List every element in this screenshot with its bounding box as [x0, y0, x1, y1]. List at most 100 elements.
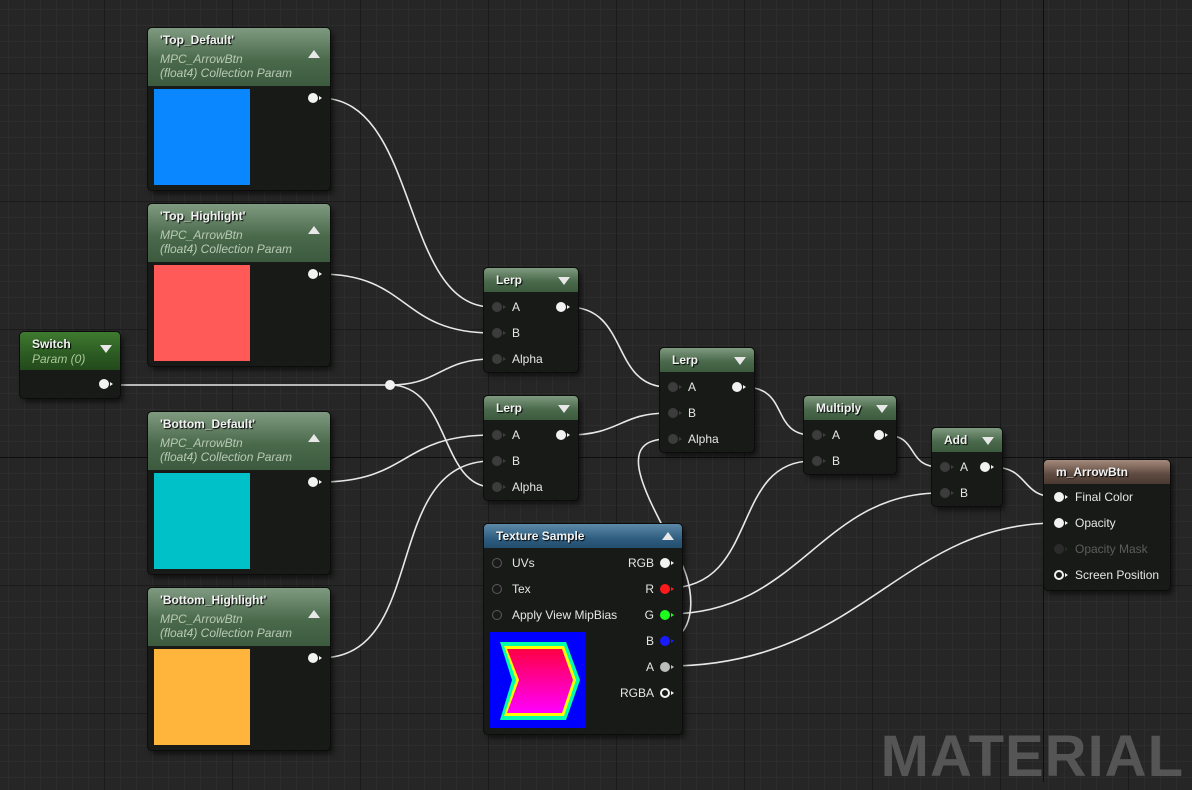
- node-title: Lerp: [672, 353, 699, 367]
- input-pin-a[interactable]: [492, 302, 506, 312]
- output-pin[interactable]: [556, 302, 570, 312]
- output-pin[interactable]: [874, 430, 888, 440]
- node-header: Texture Sample: [484, 524, 682, 548]
- input-pin-b[interactable]: [492, 456, 506, 466]
- node-title: Texture Sample: [496, 529, 585, 543]
- input-label: B: [688, 406, 697, 420]
- input-label: Opacity: [1075, 516, 1116, 530]
- collapse-arrow-icon[interactable]: [662, 532, 674, 540]
- input-pin-b[interactable]: [668, 408, 682, 418]
- output-pin-rgba[interactable]: [660, 688, 674, 698]
- collapse-arrow-icon[interactable]: [308, 610, 320, 618]
- node-title: Lerp: [496, 401, 523, 415]
- collapse-arrow-icon[interactable]: [308, 434, 320, 442]
- collapse-arrow-icon[interactable]: [558, 405, 570, 413]
- node-lerp-2[interactable]: Lerp A B Alpha: [484, 396, 578, 500]
- wire-a-to-opacity: [667, 522, 1057, 667]
- node-type: (float4) Collection Param: [160, 450, 293, 464]
- output-pin[interactable]: [99, 379, 113, 389]
- node-top-default[interactable]: 'Top_Default' MPC_ArrowBtn (float4) Coll…: [148, 28, 330, 190]
- output-pin-rgb[interactable]: [660, 558, 674, 568]
- output-label: RGBA: [619, 686, 654, 700]
- node-title: 'Top_Default': [160, 33, 235, 47]
- output-label: R: [645, 582, 654, 596]
- node-material-output[interactable]: m_ArrowBtn Final Color Opacity Opacity M…: [1044, 460, 1170, 590]
- node-multiply[interactable]: Multiply A B: [804, 396, 896, 474]
- input-pin-a[interactable]: [668, 382, 682, 392]
- input-pin-mipbias[interactable]: [492, 610, 502, 620]
- collapse-arrow-icon[interactable]: [308, 226, 320, 234]
- node-header: 'Bottom_Highlight' MPC_ArrowBtn (float4)…: [148, 588, 330, 646]
- output-pin[interactable]: [980, 462, 994, 472]
- color-swatch: [154, 89, 250, 185]
- node-bottom-highlight[interactable]: 'Bottom_Highlight' MPC_ArrowBtn (float4)…: [148, 588, 330, 750]
- node-top-highlight[interactable]: 'Top_Highlight' MPC_ArrowBtn (float4) Co…: [148, 204, 330, 366]
- input-label: UVs: [512, 556, 535, 570]
- input-pin-b[interactable]: [492, 328, 506, 338]
- node-header: 'Top_Default' MPC_ArrowBtn (float4) Coll…: [148, 28, 330, 86]
- input-pin-final-color[interactable]: [1054, 492, 1068, 502]
- output-pin-r[interactable]: [660, 584, 674, 594]
- input-pin-screen-position[interactable]: [1054, 570, 1068, 580]
- texture-thumbnail: [490, 632, 586, 728]
- node-header: Multiply: [804, 396, 896, 420]
- collapse-arrow-icon[interactable]: [734, 357, 746, 365]
- collapse-arrow-icon[interactable]: [308, 50, 320, 58]
- input-label: A: [512, 428, 521, 442]
- input-pin-a[interactable]: [940, 462, 954, 472]
- input-pin-opacity-mask[interactable]: [1054, 544, 1068, 554]
- input-label: A: [512, 300, 521, 314]
- node-title: 'Bottom_Default': [160, 417, 256, 431]
- output-pin-g[interactable]: [660, 610, 674, 620]
- output-pin[interactable]: [308, 653, 322, 663]
- input-label: Alpha: [512, 480, 543, 494]
- node-texture-sample[interactable]: Texture Sample UVs Tex Apply View MipBia…: [484, 524, 682, 734]
- input-pin-a[interactable]: [492, 430, 506, 440]
- input-label: Tex: [512, 582, 531, 596]
- output-pin[interactable]: [308, 93, 322, 103]
- input-pin-alpha[interactable]: [492, 482, 506, 492]
- node-collection: MPC_ArrowBtn: [160, 612, 243, 626]
- input-label: B: [832, 454, 841, 468]
- input-pin-b[interactable]: [812, 456, 826, 466]
- node-lerp-3[interactable]: Lerp A B Alpha: [660, 348, 754, 452]
- node-title: 'Bottom_Highlight': [160, 593, 267, 607]
- node-title: 'Top_Highlight': [160, 209, 246, 223]
- input-pin-alpha[interactable]: [492, 354, 506, 364]
- wire-switch-to-lerp1-alpha: [389, 358, 493, 386]
- output-pin-a[interactable]: [660, 662, 674, 672]
- input-label: B: [512, 326, 521, 340]
- output-label: A: [645, 660, 654, 674]
- output-pin[interactable]: [732, 382, 746, 392]
- node-header: Switch Param (0): [20, 332, 120, 370]
- node-header: Add: [932, 428, 1002, 452]
- input-pin-a[interactable]: [812, 430, 826, 440]
- output-pin[interactable]: [556, 430, 570, 440]
- collapse-arrow-icon[interactable]: [876, 405, 888, 413]
- node-title: Lerp: [496, 273, 523, 287]
- input-label: Alpha: [512, 352, 543, 366]
- input-pin-opacity[interactable]: [1054, 518, 1068, 528]
- output-pin[interactable]: [308, 269, 322, 279]
- node-add[interactable]: Add A B: [932, 428, 1002, 506]
- input-pin-tex[interactable]: [492, 584, 502, 594]
- input-label: Screen Position: [1075, 568, 1160, 582]
- input-label: Apply View MipBias: [512, 608, 618, 622]
- node-switch[interactable]: Switch Param (0): [20, 332, 120, 398]
- input-pin-b[interactable]: [940, 488, 954, 498]
- output-pin-b[interactable]: [660, 636, 674, 646]
- collapse-arrow-icon[interactable]: [558, 277, 570, 285]
- output-pin[interactable]: [308, 477, 322, 487]
- collapse-arrow-icon[interactable]: [100, 345, 112, 353]
- node-lerp-1[interactable]: Lerp A B Alpha: [484, 268, 578, 372]
- collapse-arrow-icon[interactable]: [982, 437, 994, 445]
- input-pin-uvs[interactable]: [492, 558, 502, 568]
- node-title: Add: [944, 433, 968, 447]
- node-header: Lerp: [484, 396, 578, 420]
- reroute-knot[interactable]: [385, 380, 395, 390]
- node-bottom-default[interactable]: 'Bottom_Default' MPC_ArrowBtn (float4) C…: [148, 412, 330, 574]
- output-label: B: [645, 634, 654, 648]
- node-collection: MPC_ArrowBtn: [160, 228, 243, 242]
- output-label: G: [644, 608, 654, 622]
- input-pin-alpha[interactable]: [668, 434, 682, 444]
